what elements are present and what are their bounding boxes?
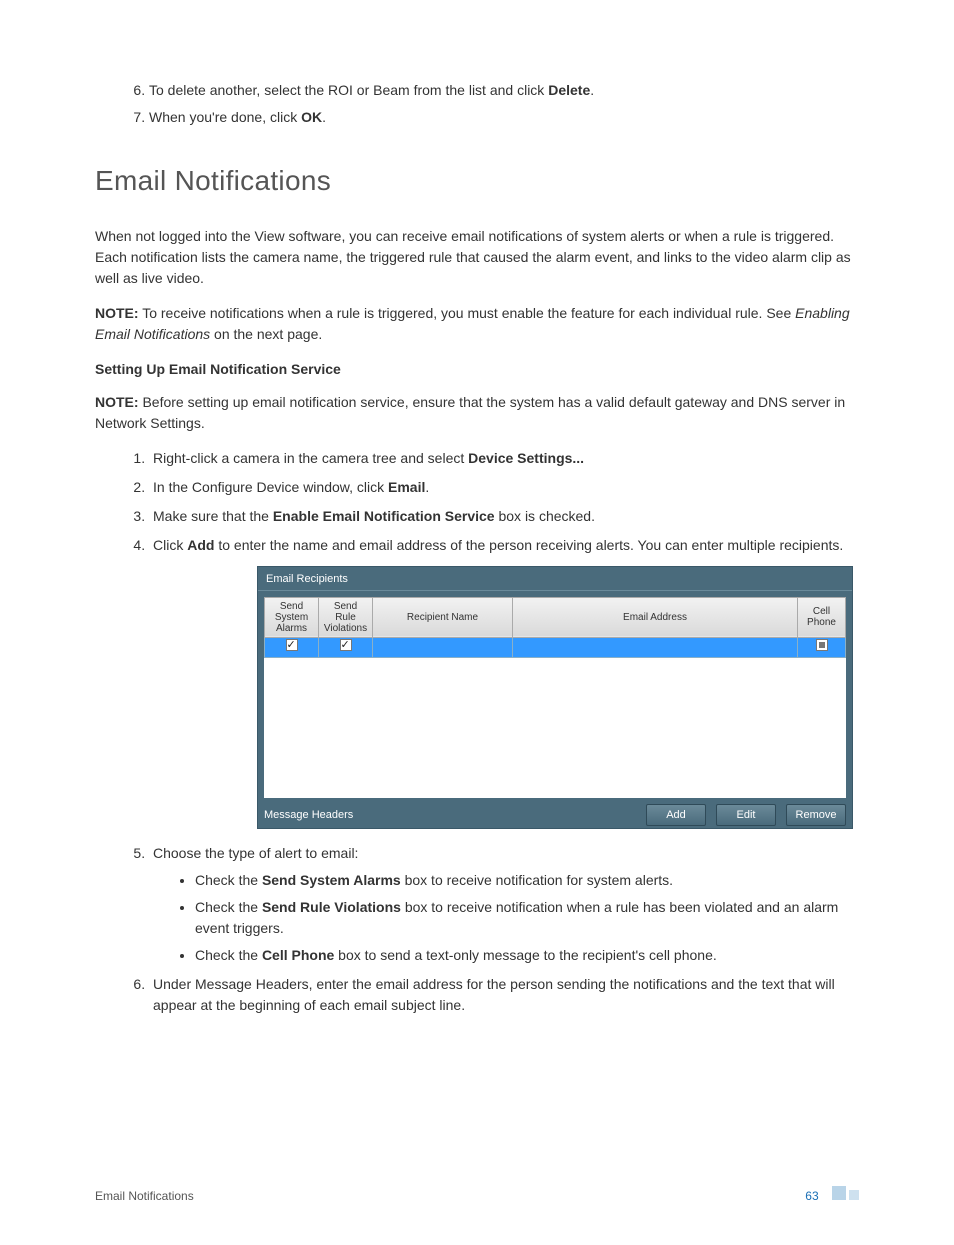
bold: Send System Alarms (262, 872, 401, 888)
bold: OK (301, 109, 322, 125)
col-send-system-alarms[interactable]: Send System Alarms (265, 597, 319, 637)
text: When you're done, click (149, 109, 301, 125)
panel-title: Email Recipients (258, 567, 852, 591)
step-3: Make sure that the Enable Email Notifica… (149, 506, 859, 527)
cell-recipient-name[interactable] (373, 637, 513, 657)
table-wrap: Send System Alarms Send Rule Violations … (258, 591, 852, 798)
subheading: Setting Up Email Notification Service (95, 359, 859, 380)
text: box to receive notification for system a… (401, 872, 673, 888)
text: to enter the name and email address of t… (214, 537, 843, 553)
bullet-system-alarms: Check the Send System Alarms box to rece… (195, 870, 859, 891)
bold: Send Rule Violations (262, 899, 401, 915)
note-label: NOTE: (95, 305, 139, 321)
step-7-ok: When you're done, click OK. (149, 107, 859, 128)
col-cell-phone[interactable]: Cell Phone (798, 597, 846, 637)
bold: Add (187, 537, 214, 553)
text: To receive notifications when a rule is … (139, 305, 796, 321)
col-recipient-name[interactable]: Recipient Name (373, 597, 513, 637)
text: . (322, 109, 326, 125)
bullet-cell-phone: Check the Cell Phone box to send a text-… (195, 945, 859, 966)
step-1: Right-click a camera in the camera tree … (149, 448, 859, 469)
col-email-address[interactable]: Email Address (513, 597, 798, 637)
checkbox-icon[interactable] (340, 639, 352, 651)
page-number: 63 (805, 1189, 818, 1203)
setup-steps-list: Right-click a camera in the camera tree … (95, 448, 859, 1016)
footer-section-name: Email Notifications (95, 1187, 194, 1205)
bullet-rule-violations: Check the Send Rule Violations box to re… (195, 897, 859, 939)
step-4: Click Add to enter the name and email ad… (149, 535, 859, 829)
intro-paragraph: When not logged into the View software, … (95, 226, 859, 289)
text: Choose the type of alert to email: (153, 845, 358, 861)
text: . (425, 479, 429, 495)
note-2: NOTE: Before setting up email notificati… (95, 392, 859, 434)
text: Check the (195, 899, 262, 915)
edit-button[interactable]: Edit (716, 804, 776, 827)
text: box to send a text-only message to the r… (334, 947, 716, 963)
step-6-delete: To delete another, select the ROI or Bea… (149, 80, 859, 101)
bold: Cell Phone (262, 947, 334, 963)
bold: Device Settings... (468, 450, 584, 466)
checkbox-icon[interactable] (286, 639, 298, 651)
text: Right-click a camera in the camera tree … (153, 450, 468, 466)
email-recipients-screenshot: Email Recipients Send System Alarms Send… (257, 566, 853, 829)
step-5: Choose the type of alert to email: Check… (149, 843, 859, 966)
text: Before setting up email notification ser… (95, 394, 845, 431)
cell-email-address[interactable] (513, 637, 798, 657)
note-1: NOTE: To receive notifications when a ru… (95, 303, 859, 345)
text: Check the (195, 947, 262, 963)
bold: Email (388, 479, 425, 495)
table-empty-area (264, 658, 846, 798)
remove-button[interactable]: Remove (786, 804, 846, 827)
add-button[interactable]: Add (646, 804, 706, 827)
text: In the Configure Device window, click (153, 479, 388, 495)
text: Make sure that the (153, 508, 273, 524)
step-6-message-headers: Under Message Headers, enter the email a… (149, 974, 859, 1016)
table-row[interactable] (265, 637, 846, 657)
message-headers-label: Message Headers (264, 807, 353, 824)
text: Check the (195, 872, 262, 888)
footer-decoration-icon (832, 1186, 859, 1200)
page-footer: Email Notifications 63 (95, 1186, 859, 1205)
col-send-rule-violations[interactable]: Send Rule Violations (319, 597, 373, 637)
step-2: In the Configure Device window, click Em… (149, 477, 859, 498)
text: box is checked. (495, 508, 595, 524)
text: on the next page. (210, 326, 322, 342)
recipients-table: Send System Alarms Send Rule Violations … (264, 597, 846, 658)
panel-footer: Message Headers Add Edit Remove (258, 798, 852, 829)
continued-ordered-list: To delete another, select the ROI or Bea… (95, 80, 859, 128)
text: Under Message Headers, enter the email a… (153, 976, 835, 1013)
text: To delete another, select the ROI or Bea… (149, 82, 548, 98)
text: . (590, 82, 594, 98)
bold: Delete (548, 82, 590, 98)
checkbox-icon[interactable] (816, 639, 828, 651)
section-heading: Email Notifications (95, 160, 859, 202)
bold: Enable Email Notification Service (273, 508, 495, 524)
text: Click (153, 537, 187, 553)
note-label: NOTE: (95, 394, 139, 410)
alert-type-list: Check the Send System Alarms box to rece… (153, 870, 859, 966)
